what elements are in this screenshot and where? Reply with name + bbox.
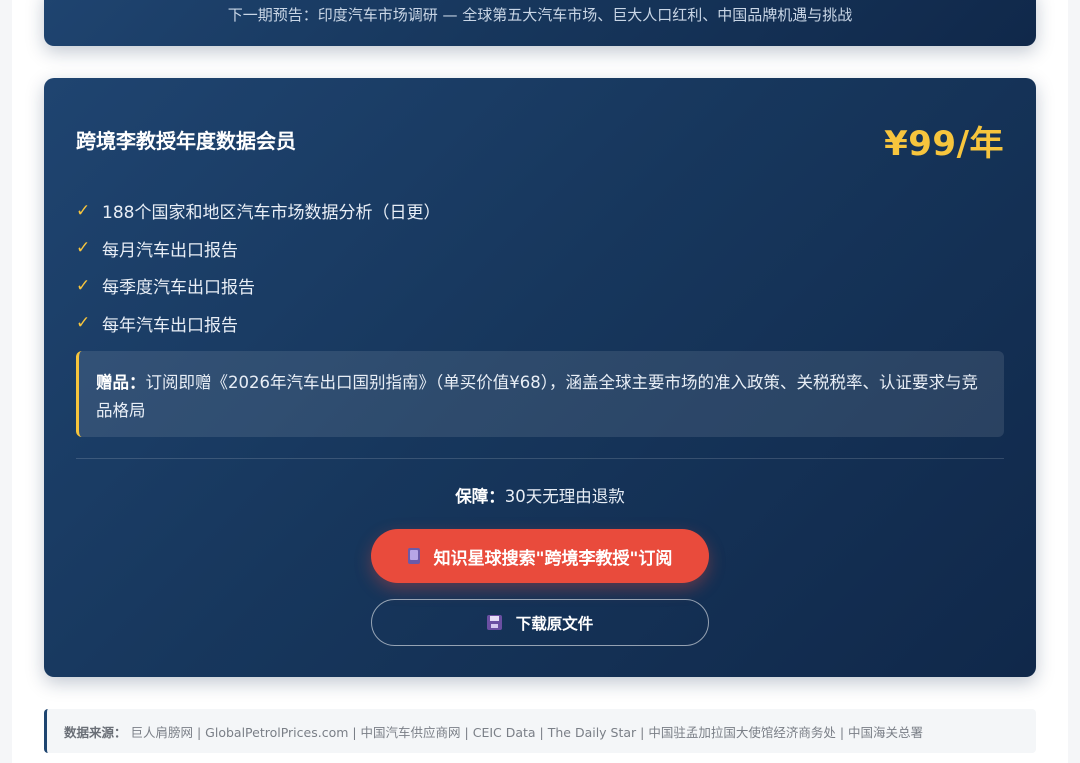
- feature-text: 188个国家和地区汽车市场数据分析（日更）: [102, 203, 441, 224]
- feature-item: ✓ 每季度汽车出口报告: [76, 267, 440, 305]
- guarantee-label: 保障：: [455, 487, 505, 506]
- download-button-label: 下载原文件: [515, 614, 594, 633]
- subscribe-button[interactable]: 知识星球搜索"跨境李教授"订阅: [371, 529, 709, 583]
- feature-list: ✓ 188个国家和地区汽车市场数据分析（日更） ✓ 每月汽车出口报告 ✓ 每季度…: [76, 192, 440, 342]
- divider: [76, 458, 1004, 459]
- feature-text: 每年汽车出口报告: [102, 315, 238, 336]
- membership-card: 跨境李教授年度数据会员 ¥99/年 ✓ 188个国家和地区汽车市场数据分析（日更…: [44, 78, 1036, 677]
- feature-item: ✓ 每年汽车出口报告: [76, 305, 440, 343]
- feature-item: ✓ 每月汽车出口报告: [76, 230, 440, 268]
- check-icon: ✓: [76, 200, 91, 221]
- sources-label: 数据来源：: [64, 724, 127, 740]
- check-icon: ✓: [76, 275, 91, 296]
- guarantee-text: 30天无理由退款: [504, 487, 625, 506]
- feature-item: ✓ 188个国家和地区汽车市场数据分析（日更）: [76, 192, 440, 230]
- guarantee-note: 保障：30天无理由退款: [44, 483, 1036, 507]
- gift-label: 赠品：: [96, 373, 146, 392]
- gift-text: 订阅即赠《2026年汽车出口国别指南》（单买价值¥68），涵盖全球主要市场的准入…: [96, 373, 978, 420]
- check-icon: ✓: [76, 313, 91, 334]
- check-icon: ✓: [76, 238, 91, 259]
- plan-title: 跨境李教授年度数据会员: [76, 129, 296, 153]
- gift-note: 赠品：订阅即赠《2026年汽车出口国别指南》（单买价值¥68），涵盖全球主要市场…: [76, 351, 1004, 437]
- phone-icon: [407, 548, 420, 564]
- floppy-disk-icon: [486, 615, 502, 630]
- sources-text: 巨人肩膀网 | GlobalPetrolPrices.com | 中国汽车供应商…: [130, 724, 924, 740]
- subscribe-button-label: 知识星球搜索"跨境李教授"订阅: [433, 548, 673, 569]
- feature-text: 每季度汽车出口报告: [102, 278, 255, 299]
- next-issue-card: 下一期预告：印度汽车市场调研 — 全球第五大汽车市场、巨大人口红利、中国品牌机遇…: [44, 0, 1036, 46]
- download-button[interactable]: 下载原文件: [371, 599, 709, 646]
- data-sources: 数据来源： 巨人肩膀网 | GlobalPetrolPrices.com | 中…: [44, 709, 1036, 753]
- plan-price: ¥99/年: [884, 124, 1004, 164]
- feature-text: 每月汽车出口报告: [102, 240, 238, 261]
- page: 下一期预告：印度汽车市场调研 — 全球第五大汽车市场、巨大人口红利、中国品牌机遇…: [0, 0, 1080, 763]
- next-issue-preview: 下一期预告：印度汽车市场调研 — 全球第五大汽车市场、巨大人口红利、中国品牌机遇…: [227, 6, 853, 24]
